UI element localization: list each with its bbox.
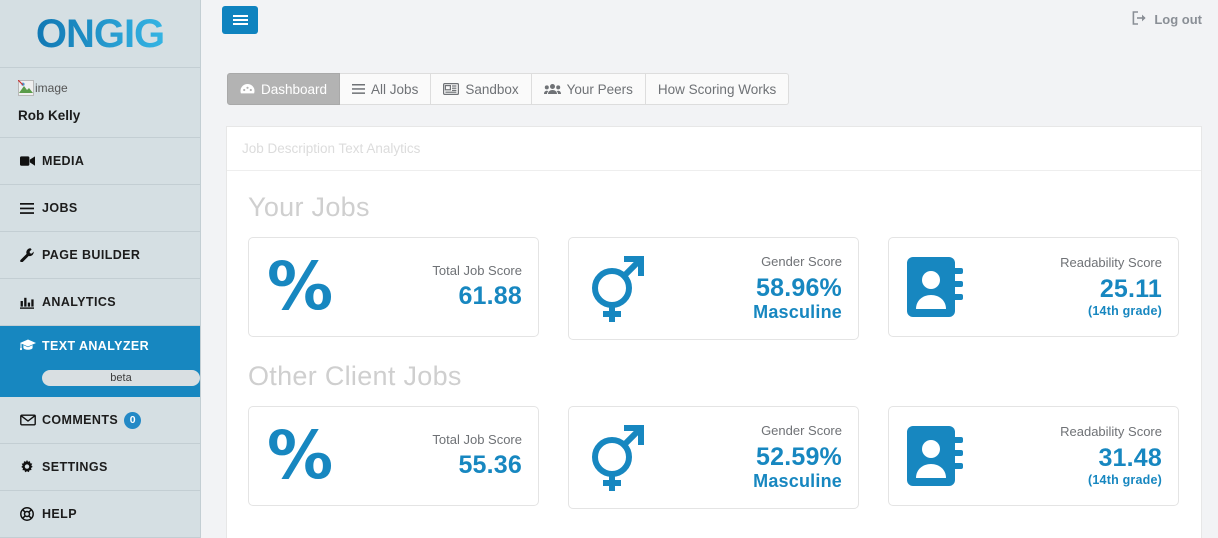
card-label: Readability Score <box>1060 424 1162 440</box>
brand-logo-text: ONGIG <box>35 11 165 56</box>
card-value: 55.36 <box>458 451 522 480</box>
sidebar-item-label: HELP <box>42 507 77 521</box>
dashboard-icon <box>240 83 255 95</box>
tab-label: How Scoring Works <box>657 81 777 97</box>
list-icon <box>20 202 42 214</box>
content-panel: Job Description Text Analytics Your Jobs… <box>226 126 1202 538</box>
card-subvalue: (14th grade) <box>1088 303 1162 318</box>
list-icon <box>352 84 366 94</box>
card-subvalue: Masculine <box>753 301 842 322</box>
avatar-alt-text: image <box>35 81 68 95</box>
tab-sandbox[interactable]: Sandbox <box>431 73 532 105</box>
sidebar-item-analytics[interactable]: ANALYTICS <box>0 279 200 326</box>
sidebar-item-label: JOBS <box>42 201 78 215</box>
tab-bar: Dashboard All Jobs Sandbox Your Peers Ho… <box>227 73 790 105</box>
breadcrumb-label: Job Description Text Analytics <box>242 141 421 156</box>
readability-score-card: Readability Score 25.11 (14th grade) <box>888 237 1179 337</box>
graduation-cap-icon <box>20 339 42 351</box>
gender-score-card: Gender Score 58.96% Masculine <box>568 237 859 340</box>
user-name: Rob Kelly <box>18 108 81 123</box>
sidebar-item-label: COMMENTS <box>42 413 119 427</box>
sidebar-item-label: PAGE BUILDER <box>42 248 141 262</box>
tab-all-jobs[interactable]: All Jobs <box>340 73 432 105</box>
tab-label: Sandbox <box>465 81 519 97</box>
user-profile: image Rob Kelly <box>0 67 200 138</box>
total-job-score-card: % Total Job Score 55.36 <box>248 406 539 506</box>
sidebar-item-text-analyzer[interactable]: TEXT ANALYZER beta <box>0 326 200 397</box>
sign-out-icon <box>1132 11 1154 28</box>
broken-image-icon <box>18 80 34 96</box>
tab-how-scoring-works[interactable]: How Scoring Works <box>645 73 790 105</box>
gender-score-card: Gender Score 52.59% Masculine <box>568 406 859 509</box>
sidebar-item-page-builder[interactable]: PAGE BUILDER <box>0 232 200 279</box>
top-bar: Log out <box>201 0 1218 40</box>
breadcrumb: Job Description Text Analytics <box>227 127 1201 171</box>
card-value: 25.11 <box>1099 274 1162 303</box>
lifebuoy-icon <box>20 507 42 521</box>
percent-icon: % <box>267 416 334 494</box>
sidebar-toggle-button[interactable] <box>222 6 258 34</box>
card-subvalue: (14th grade) <box>1088 472 1162 487</box>
card-label: Gender Score <box>761 254 842 270</box>
hamburger-icon <box>232 13 248 27</box>
tab-dashboard[interactable]: Dashboard <box>227 73 341 105</box>
sidebar: ONGIG image Rob Kelly MEDIA JOBS PAGE BU… <box>0 0 201 538</box>
envelope-icon <box>20 414 42 426</box>
your-jobs-cards: % Total Job Score 61.88 Gender Score 58.… <box>227 223 1201 340</box>
tab-your-peers[interactable]: Your Peers <box>531 73 646 105</box>
comments-count-badge: 0 <box>124 411 142 429</box>
card-label: Total Job Score <box>432 262 522 278</box>
video-camera-icon <box>20 155 42 167</box>
logout-button[interactable]: Log out <box>1132 11 1202 28</box>
newspaper-icon <box>443 83 460 95</box>
sidebar-item-help[interactable]: HELP <box>0 491 200 538</box>
card-subvalue: Masculine <box>753 470 842 491</box>
users-icon <box>543 83 561 95</box>
tab-label: Dashboard <box>261 81 328 97</box>
tab-label: Your Peers <box>566 81 633 97</box>
readability-score-card: Readability Score 31.48 (14th grade) <box>888 406 1179 506</box>
sidebar-item-media[interactable]: MEDIA <box>0 138 200 185</box>
gender-icon <box>587 252 645 326</box>
gender-icon <box>587 421 645 495</box>
sidebar-item-label: TEXT ANALYZER <box>42 339 150 353</box>
sidebar-item-comments[interactable]: COMMENTS 0 <box>0 397 200 444</box>
avatar: image <box>18 80 68 96</box>
address-book-icon <box>907 424 969 488</box>
page-title: Your Jobs <box>248 192 370 222</box>
card-label: Gender Score <box>761 423 842 439</box>
tab-label: All Jobs <box>371 81 419 97</box>
brand-logo[interactable]: ONGIG <box>0 0 200 67</box>
wrench-icon <box>20 248 42 262</box>
card-value: 52.59% <box>756 442 842 471</box>
app-root: ONGIG image Rob Kelly MEDIA JOBS PAGE BU… <box>0 0 1218 538</box>
sidebar-item-settings[interactable]: SETTINGS <box>0 444 200 491</box>
percent-icon: % <box>267 247 334 325</box>
sidebar-item-label: ANALYTICS <box>42 295 116 309</box>
sidebar-item-label: SETTINGS <box>42 460 108 474</box>
card-value: 61.88 <box>458 282 522 311</box>
sidebar-item-jobs[interactable]: JOBS <box>0 185 200 232</box>
card-value: 58.96% <box>756 273 842 302</box>
card-value: 31.48 <box>1098 443 1162 472</box>
sidebar-item-label: MEDIA <box>42 154 85 168</box>
other-client-jobs-title: Other Client Jobs <box>248 361 462 391</box>
card-label: Readability Score <box>1060 255 1162 271</box>
total-job-score-card: % Total Job Score 61.88 <box>248 237 539 337</box>
beta-badge: beta <box>42 369 200 386</box>
address-book-icon <box>907 255 969 319</box>
gear-icon <box>20 460 42 474</box>
logout-label: Log out <box>1154 12 1202 27</box>
bar-chart-icon <box>20 296 42 309</box>
card-label: Total Job Score <box>432 431 522 447</box>
other-client-jobs-cards: % Total Job Score 55.36 Gender Score 52.… <box>227 392 1201 509</box>
